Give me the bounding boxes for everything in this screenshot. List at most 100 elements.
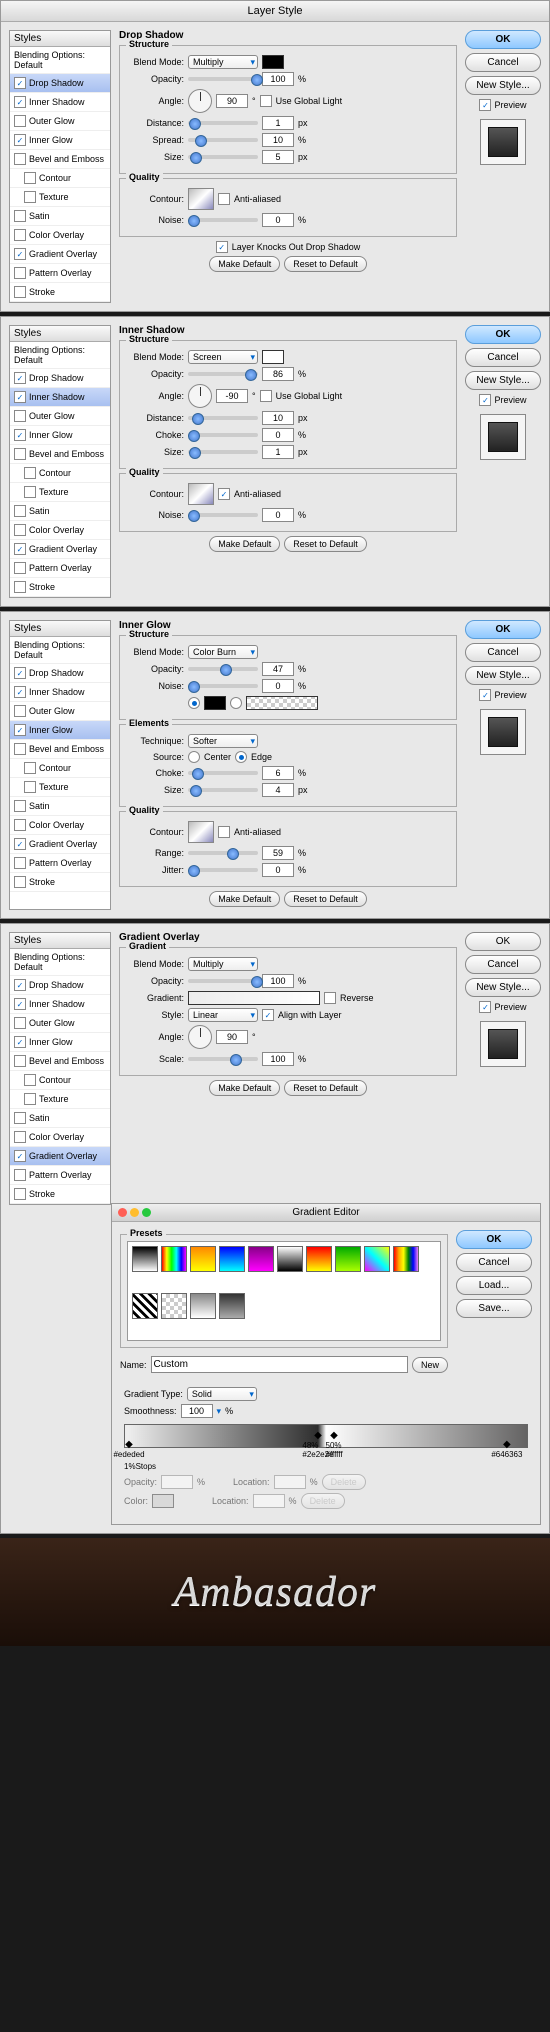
sidebar-item-outerglow[interactable]: Outer Glow [10, 112, 110, 131]
sidebar-item-dropshadow[interactable]: ✓Drop Shadow [10, 74, 110, 93]
dropdown-icon[interactable]: ▾ [217, 1406, 222, 1417]
ok-button[interactable]: OK [465, 932, 541, 951]
name-input[interactable] [151, 1356, 408, 1373]
sidebar-item-stroke[interactable]: Stroke [10, 283, 110, 302]
knocks-check[interactable]: ✓ [216, 241, 228, 253]
noise-input[interactable] [262, 508, 294, 522]
check-icon[interactable] [14, 410, 26, 422]
sidebar-item-stroke[interactable]: Stroke [10, 578, 110, 597]
sidebar-item-contour[interactable]: Contour [10, 169, 110, 188]
check-icon[interactable] [14, 1055, 26, 1067]
size-slider[interactable] [188, 788, 258, 792]
reverse-check[interactable] [324, 992, 336, 1004]
preview-check[interactable]: ✓ [479, 99, 491, 111]
check-icon[interactable]: ✓ [14, 724, 26, 736]
sidebar-item-gradientoverlay[interactable]: ✓Gradient Overlay [10, 245, 110, 264]
angle-input[interactable] [216, 389, 248, 403]
noise-input[interactable] [262, 679, 294, 693]
check-icon[interactable] [24, 762, 36, 774]
preset-swatch[interactable] [393, 1246, 419, 1272]
preset-swatch[interactable] [248, 1246, 274, 1272]
sidebar-item-texture[interactable]: Texture [10, 483, 110, 502]
make-default-button[interactable]: Make Default [209, 1080, 280, 1096]
check-icon[interactable] [14, 1017, 26, 1029]
noise-slider[interactable] [188, 684, 258, 688]
sidebar-item-patternoverlay[interactable]: Pattern Overlay [10, 559, 110, 578]
useglobal-check[interactable] [260, 390, 272, 402]
check-icon[interactable]: ✓ [14, 838, 26, 850]
minimize-icon[interactable] [130, 1208, 139, 1217]
sidebar-item-dropshadow[interactable]: ✓Drop Shadow [10, 976, 110, 995]
gradient-stop[interactable]: #ededed [113, 1439, 144, 1459]
angle-input[interactable] [216, 1030, 248, 1044]
check-icon[interactable]: ✓ [14, 979, 26, 991]
scale-slider[interactable] [188, 1057, 258, 1061]
check-icon[interactable] [14, 857, 26, 869]
sidebar-item-satin[interactable]: Satin [10, 1109, 110, 1128]
presets-grid[interactable] [127, 1241, 441, 1341]
blending-options[interactable]: Blending Options: Default [10, 949, 110, 976]
check-icon[interactable]: ✓ [14, 543, 26, 555]
useglobal-check[interactable] [260, 95, 272, 107]
check-icon[interactable]: ✓ [14, 134, 26, 146]
preset-swatch[interactable] [277, 1246, 303, 1272]
sidebar-item-satin[interactable]: Satin [10, 502, 110, 521]
size-input[interactable] [262, 150, 294, 164]
contour-picker[interactable] [188, 821, 214, 843]
preset-swatch[interactable] [161, 1246, 187, 1272]
zoom-icon[interactable] [142, 1208, 151, 1217]
choke-input[interactable] [262, 766, 294, 780]
check-icon[interactable]: ✓ [14, 1036, 26, 1048]
check-icon[interactable] [14, 1188, 26, 1200]
opacity-input[interactable] [262, 974, 294, 988]
cancel-button[interactable]: Cancel [465, 955, 541, 974]
anti-check[interactable] [218, 193, 230, 205]
range-input[interactable] [262, 846, 294, 860]
sidebar-item-texture[interactable]: Texture [10, 188, 110, 207]
new-button[interactable]: New [412, 1357, 448, 1373]
check-icon[interactable]: ✓ [14, 96, 26, 108]
sidebar-item-bevel[interactable]: Bevel and Emboss [10, 1052, 110, 1071]
size-slider[interactable] [188, 155, 258, 159]
sidebar-item-stroke[interactable]: Stroke [10, 873, 110, 892]
sidebar-item-innershadow[interactable]: ✓Inner Shadow [10, 995, 110, 1014]
sidebar-item-dropshadow[interactable]: ✓Drop Shadow [10, 369, 110, 388]
opacity-input[interactable] [262, 662, 294, 676]
cancel-button[interactable]: Cancel [465, 643, 541, 662]
anti-check[interactable]: ✓ [218, 488, 230, 500]
check-icon[interactable]: ✓ [14, 686, 26, 698]
preview-check[interactable]: ✓ [479, 689, 491, 701]
check-icon[interactable]: ✓ [14, 667, 26, 679]
newstyle-button[interactable]: New Style... [465, 371, 541, 390]
check-icon[interactable] [24, 467, 36, 479]
sidebar-item-innershadow[interactable]: ✓Inner Shadow [10, 388, 110, 407]
color-swatch[interactable] [204, 696, 226, 710]
check-icon[interactable] [24, 1093, 36, 1105]
size-slider[interactable] [188, 450, 258, 454]
sidebar-item-bevel[interactable]: Bevel and Emboss [10, 445, 110, 464]
sidebar-item-patternoverlay[interactable]: Pattern Overlay [10, 1166, 110, 1185]
angle-dial[interactable] [188, 384, 212, 408]
load-button[interactable]: Load... [456, 1276, 532, 1295]
blending-options[interactable]: Blending Options: Default [10, 342, 110, 369]
sidebar-item-gradientoverlay[interactable]: ✓Gradient Overlay [10, 835, 110, 854]
preset-swatch[interactable] [132, 1293, 158, 1319]
range-slider[interactable] [188, 851, 258, 855]
blendmode-select[interactable]: Multiply [188, 957, 258, 971]
cancel-button[interactable]: Cancel [465, 53, 541, 72]
reset-default-button[interactable]: Reset to Default [284, 256, 367, 272]
align-check[interactable]: ✓ [262, 1009, 274, 1021]
preset-swatch[interactable] [190, 1246, 216, 1272]
distance-input[interactable] [262, 411, 294, 425]
check-icon[interactable] [24, 486, 36, 498]
jitter-input[interactable] [262, 863, 294, 877]
sidebar-item-gradientoverlay[interactable]: ✓Gradient Overlay [10, 540, 110, 559]
choke-slider[interactable] [188, 771, 258, 775]
anti-check[interactable] [218, 826, 230, 838]
contour-picker[interactable] [188, 188, 214, 210]
sidebar-item-patternoverlay[interactable]: Pattern Overlay [10, 264, 110, 283]
sidebar-item-texture[interactable]: Texture [10, 1090, 110, 1109]
opacity-input[interactable] [262, 367, 294, 381]
check-icon[interactable]: ✓ [14, 391, 26, 403]
sidebar-item-coloroverlay[interactable]: Color Overlay [10, 816, 110, 835]
